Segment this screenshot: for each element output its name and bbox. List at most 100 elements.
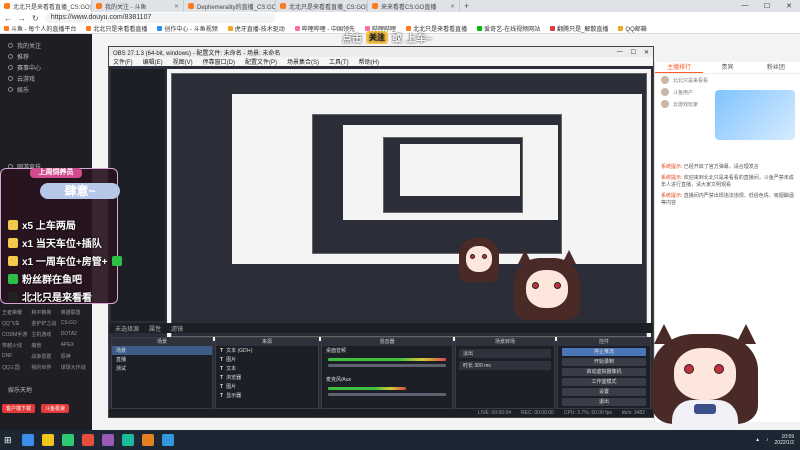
bookmark-item[interactable]: 创作中心 - 斗鱼视频 [157, 24, 218, 33]
sidebar-item-events[interactable]: 赛事中心 [0, 62, 92, 73]
category-link[interactable]: DOTA2 [61, 331, 90, 338]
taskbar-app-icon[interactable] [41, 434, 54, 446]
close-window-button[interactable]: ✕ [778, 2, 800, 10]
minimize-button[interactable]: — [734, 2, 756, 10]
source-item[interactable]: T 文本 [216, 364, 318, 373]
close-icon[interactable]: ✕ [174, 3, 179, 10]
category-link[interactable]: 英雄联盟 [61, 309, 90, 316]
category-link[interactable]: QQ三国 [2, 364, 31, 371]
taskbar-app-icon[interactable] [161, 434, 174, 446]
category-link[interactable]: DNF [2, 353, 31, 360]
properties-button[interactable]: 属性 [149, 324, 161, 333]
obs-menu-item[interactable]: 视图(V) [173, 57, 193, 66]
obs-menu-item[interactable]: 停靠窗口(D) [203, 57, 235, 66]
taskbar-app-icon[interactable] [121, 434, 134, 446]
category-link[interactable]: 穿越火线 [2, 342, 31, 349]
tab-vip[interactable]: 贵宾 [703, 62, 751, 73]
obs-canvas-bar: 未选择源 属性 滤镜 [109, 323, 653, 333]
volume-icon[interactable]: ♪ [766, 437, 769, 443]
transition-duration-field[interactable]: 时长 300 ms [459, 361, 551, 370]
reload-icon[interactable]: ↻ [32, 14, 39, 23]
category-link[interactable]: 主机游戏 [31, 331, 60, 338]
start-icon[interactable]: ⊞ [4, 435, 12, 446]
start-recording-button[interactable]: 开始录制 [562, 358, 646, 366]
source-item[interactable]: T 浏览器 [216, 373, 318, 382]
tab-fans[interactable]: 粉丝团 [752, 62, 800, 73]
minimize-icon[interactable]: — [617, 49, 623, 56]
taskbar-app-icon[interactable] [21, 434, 34, 446]
category-link[interactable]: 王者荣耀 [2, 309, 31, 316]
maximize-button[interactable]: ☐ [756, 2, 778, 10]
category-link[interactable]: APEX [61, 342, 90, 349]
scene-item[interactable]: 直播 [112, 355, 212, 364]
browser-tab[interactable]: 北北只是来看看直播_CS:GO直播 ✕ [0, 0, 92, 12]
category-link[interactable]: 魔兽 [31, 342, 60, 349]
bookmark-item[interactable]: 爱奇艺-在线视频网站 [477, 24, 540, 33]
speed-button[interactable]: 斗鱼极速 [41, 404, 70, 413]
forward-icon[interactable]: → [18, 14, 26, 23]
category-link[interactable]: CODM手游 [2, 331, 31, 338]
close-icon[interactable]: ✕ [644, 49, 649, 56]
cloud-icon [8, 76, 13, 81]
bookmark-item[interactable]: QQ邮箱 [618, 24, 647, 33]
studio-mode-button[interactable]: 工作室模式 [562, 378, 646, 386]
scene-item[interactable]: 场景 [112, 346, 212, 355]
browser-tab[interactable]: 北北只是来看看直播_CS:GO直播 ✕ [276, 0, 368, 12]
back-icon[interactable]: ← [4, 14, 12, 23]
virtual-camera-button[interactable]: 启动虚拟摄像机 [562, 368, 646, 376]
source-item[interactable]: T 图片 [216, 382, 318, 391]
transition-select[interactable]: 淡出 [459, 349, 551, 358]
bookmark-item[interactable]: 翻腾只是_解散直播 [550, 24, 608, 33]
browser-tab[interactable]: Dephemerality的直播_CS:GO直播 ✕ [184, 0, 276, 12]
download-client-button[interactable]: 客户端下载 [2, 404, 36, 413]
obs-menu-item[interactable]: 配置文件(P) [245, 57, 277, 66]
category-link[interactable]: CS:GO [61, 320, 90, 327]
category-link[interactable]: 球球大作战 [61, 364, 90, 371]
category-link[interactable]: 和平精英 [31, 309, 60, 316]
category-link[interactable]: 战争雷霆 [31, 353, 60, 360]
source-item[interactable]: T 显示器 [216, 391, 318, 400]
tab-rank[interactable]: 主播排行 [655, 62, 704, 73]
clock[interactable]: 10:59 2022/1/2 [775, 434, 794, 446]
taskbar-app-icon[interactable] [81, 434, 94, 446]
volume-slider[interactable] [328, 364, 446, 367]
category-link[interactable]: 我的世界 [31, 364, 60, 371]
obs-menu-item[interactable]: 帮助(H) [359, 57, 379, 66]
promo-banner[interactable] [715, 90, 795, 140]
browser-tab[interactable]: 来来看看CS:GO直播 ✕ [368, 0, 460, 12]
taskbar-app-icon[interactable] [141, 434, 154, 446]
obs-menu-item[interactable]: 工具(T) [329, 57, 349, 66]
rank-user[interactable]: 北北只是来看看 [655, 74, 800, 86]
stop-streaming-button[interactable]: 停止推流 [562, 348, 646, 356]
bookmark-item[interactable]: 虎牙直播-技术驱动 [227, 24, 285, 33]
sidebar-item-entertainment[interactable]: 娱乐 [0, 84, 92, 95]
category-link[interactable]: 原神 [61, 353, 90, 360]
new-tab-button[interactable]: + [460, 1, 473, 11]
source-item[interactable]: T 图片 [216, 355, 318, 364]
taskbar-app-icon[interactable] [101, 434, 114, 446]
sidebar-item-recommend[interactable]: 推荐 [0, 51, 92, 62]
url-input[interactable]: https://www.douyu.com/8381107 [44, 13, 275, 23]
network-icon[interactable]: ▲ [755, 437, 760, 443]
bookmark-item[interactable]: 斗鱼 - 每个人的直播平台 [4, 24, 76, 33]
sidebar-item-follow[interactable]: 我的关注 [0, 40, 92, 51]
settings-button[interactable]: 设置 [562, 388, 646, 396]
obs-menu-item[interactable]: 场景集合(S) [287, 57, 319, 66]
maximize-icon[interactable]: ☐ [631, 49, 636, 56]
scene-item[interactable]: 测试 [112, 364, 212, 373]
close-icon[interactable]: ✕ [450, 3, 455, 10]
sidebar-item-cloud-game[interactable]: 云游戏 [0, 73, 92, 84]
category-link[interactable]: QQ飞车 [2, 320, 31, 327]
image-source-icon: T [220, 383, 224, 390]
volume-slider[interactable] [328, 393, 446, 396]
volume-meter [328, 358, 446, 361]
browser-tab[interactable]: 我的关注 - 斗鱼 ✕ [92, 0, 184, 12]
exit-button[interactable]: 退出 [562, 398, 646, 406]
filters-button[interactable]: 滤镜 [171, 324, 183, 333]
obs-menu-item[interactable]: 文件(F) [113, 57, 133, 66]
obs-menu-item[interactable]: 编辑(E) [143, 57, 163, 66]
bookmark-item[interactable]: 北北只是来看看直播 [86, 24, 147, 33]
taskbar-app-icon[interactable] [61, 434, 74, 446]
source-item[interactable]: T 文本 (GDI+) [216, 346, 318, 355]
category-link[interactable]: 金铲铲之战 [31, 320, 60, 327]
